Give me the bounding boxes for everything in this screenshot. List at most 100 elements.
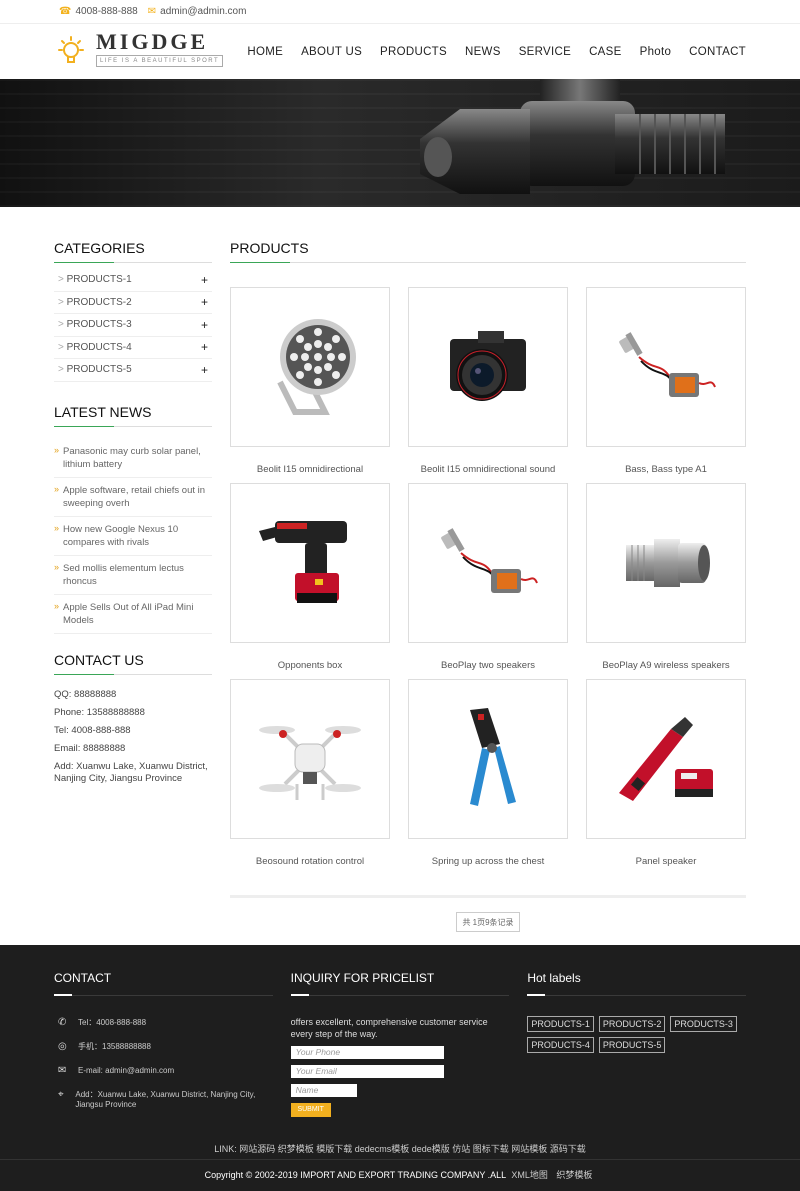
nav-news[interactable]: NEWS: [465, 46, 501, 58]
plus-icon[interactable]: +: [201, 295, 208, 309]
product-card[interactable]: Beolit I15 omnidirectional: [230, 287, 390, 483]
drone-icon: [259, 726, 361, 800]
theme-link[interactable]: 织梦模板: [556, 1170, 592, 1180]
label-tag[interactable]: PRODUCTS-1: [527, 1016, 594, 1032]
category-item[interactable]: PRODUCTS-4+: [54, 337, 212, 359]
label-tag[interactable]: PRODUCTS-2: [598, 1016, 666, 1032]
nav-photo[interactable]: Photo: [640, 46, 672, 58]
nav-about[interactable]: ABOUT US: [301, 46, 362, 58]
products-title: PRODUCTS: [230, 240, 746, 263]
whatsapp-icon: ◎: [58, 1041, 67, 1052]
product-image[interactable]: [230, 287, 390, 447]
product-card[interactable]: Beolit I15 omnidirectional sound: [408, 287, 568, 483]
product-caption[interactable]: BeoPlay A9 wireless speakers: [586, 660, 746, 671]
topbar-phone: ☎ 4008-888-888: [59, 6, 138, 17]
nav-home[interactable]: HOME: [247, 46, 283, 58]
footer-contact: CONTACT ✆ Tel：4008-888-888 ◎ 手机：1358888888…: [54, 971, 273, 1124]
product-caption[interactable]: Beolit I15 omnidirectional sound: [408, 464, 568, 475]
product-card[interactable]: Panel speaker: [586, 679, 746, 875]
news-item[interactable]: Apple Sells Out of All iPad Mini Models: [54, 595, 212, 634]
label-tag[interactable]: PRODUCTS-4: [527, 1037, 594, 1053]
spotlight-icon: [619, 332, 716, 397]
plus-icon[interactable]: +: [201, 318, 208, 332]
topbar-email[interactable]: ✉ admin@admin.com: [148, 6, 247, 17]
contact-title: CONTACT US: [54, 652, 212, 675]
footer-address: Add：Xuanwu Lake, Xuanwu District, Nanjin…: [75, 1090, 256, 1109]
contact-email: Email: 88888888: [54, 742, 126, 754]
contact-address: Add: Xuanwu Lake, Xuanwu District, Nanji…: [54, 760, 208, 784]
category-item[interactable]: PRODUCTS-1+: [54, 269, 212, 292]
labels-title: Hot labels: [527, 971, 747, 996]
phone-input[interactable]: Your Phone: [290, 1046, 444, 1059]
contact-tel: Tel: 4008-888-888: [54, 724, 131, 736]
nav-contact[interactable]: CONTACT: [689, 46, 746, 58]
products-section: PRODUCTS Beolit I15 omnidirectional Beol…: [230, 240, 746, 932]
product-card[interactable]: BeoPlay two speakers: [408, 483, 568, 679]
topbar-email-text[interactable]: admin@admin.com: [160, 6, 246, 17]
footer-hot-labels: Hot labels PRODUCTS-1 PRODUCTS-2 PRODUCT…: [527, 971, 747, 1124]
top-bar: ☎ 4008-888-888 ✉ admin@admin.com: [0, 0, 800, 24]
email-input[interactable]: Your Email: [290, 1065, 444, 1078]
phone-icon: ☎: [59, 6, 72, 17]
product-image[interactable]: [586, 483, 746, 643]
friend-links[interactable]: LINK: 网站源码 织梦模板 模版下载 dedecms模板 dede模版 仿站…: [0, 1142, 800, 1155]
news-item[interactable]: Apple software, retail chiefs out in swe…: [54, 478, 212, 517]
category-item[interactable]: PRODUCTS-2+: [54, 292, 212, 314]
nav-service[interactable]: SERVICE: [519, 46, 571, 58]
product-image[interactable]: [230, 483, 390, 643]
contact-info: QQ: 88888888 Phone: 13588888888 Tel: 400…: [54, 689, 212, 785]
product-image[interactable]: [408, 483, 568, 643]
product-image[interactable]: [586, 287, 746, 447]
nav-products[interactable]: PRODUCTS: [380, 46, 447, 58]
product-image[interactable]: [230, 679, 390, 839]
category-item[interactable]: PRODUCTS-5+: [54, 359, 212, 382]
product-image[interactable]: [586, 679, 746, 839]
sitemap-link[interactable]: XML地图: [511, 1170, 548, 1180]
logo[interactable]: MIGDGE LIFE IS A BEAUTIFUL SPORT: [54, 31, 228, 72]
footer-tel: Tel：4008-888-888: [78, 1018, 147, 1027]
product-card[interactable]: Bass, Bass type A1: [586, 287, 746, 483]
floodlight-icon: [277, 319, 356, 415]
categories-title: CATEGORIES: [54, 240, 212, 263]
header: MIGDGE LIFE IS A BEAUTIFUL SPORT HOME AB…: [0, 24, 800, 79]
product-image[interactable]: [408, 287, 568, 447]
product-caption[interactable]: Beolit I15 omnidirectional: [230, 464, 390, 475]
banner-valve-image: [420, 79, 725, 194]
topbar-phone-text: 4008-888-888: [75, 6, 138, 17]
product-caption[interactable]: Bass, Bass type A1: [586, 464, 746, 475]
plus-icon[interactable]: +: [201, 273, 208, 287]
news-list: Panasonic may curb solar panel, lithium …: [54, 439, 212, 634]
submit-button[interactable]: SUBMIT: [290, 1103, 331, 1117]
nav-case[interactable]: CASE: [589, 46, 622, 58]
lightbulb-icon: [54, 35, 88, 69]
label-tag[interactable]: PRODUCTS-3: [670, 1016, 737, 1032]
pipe-fitting-icon: [626, 539, 710, 587]
product-card[interactable]: Spring up across the chest: [408, 679, 568, 875]
product-caption[interactable]: Beosound rotation control: [230, 856, 390, 867]
hammer-drill-icon: [619, 717, 713, 801]
product-grid: Beolit I15 omnidirectional Beolit I15 om: [230, 287, 746, 875]
plus-icon[interactable]: +: [201, 340, 208, 354]
logo-tagline: LIFE IS A BEAUTIFUL SPORT: [96, 55, 224, 67]
product-caption[interactable]: Panel speaker: [586, 856, 746, 867]
product-caption[interactable]: BeoPlay two speakers: [408, 660, 568, 671]
footer-contact-title: CONTACT: [54, 971, 273, 996]
product-caption[interactable]: Spring up across the chest: [408, 856, 568, 867]
news-item[interactable]: How new Google Nexus 10 compares with ri…: [54, 517, 212, 556]
footer-email[interactable]: E-mail: admin@admin.com: [78, 1066, 174, 1076]
pagination[interactable]: 共 1页9条记录: [456, 912, 520, 932]
name-input[interactable]: Name: [290, 1084, 357, 1097]
hero-banner: [0, 79, 800, 207]
product-caption[interactable]: Opponents box: [230, 660, 390, 671]
power-tool-icon: [259, 521, 347, 603]
plus-icon[interactable]: +: [201, 363, 208, 377]
inquiry-title: INQUIRY FOR PRICELIST: [290, 971, 510, 996]
category-item[interactable]: PRODUCTS-3+: [54, 314, 212, 337]
news-item[interactable]: Sed mollis elementum lectus rhoncus: [54, 556, 212, 595]
product-card[interactable]: BeoPlay A9 wireless speakers: [586, 483, 746, 679]
news-item[interactable]: Panasonic may curb solar panel, lithium …: [54, 439, 212, 478]
product-card[interactable]: Opponents box: [230, 483, 390, 679]
product-card[interactable]: Beosound rotation control: [230, 679, 390, 875]
product-image[interactable]: [408, 679, 568, 839]
label-tag[interactable]: PRODUCTS-5: [598, 1037, 666, 1053]
